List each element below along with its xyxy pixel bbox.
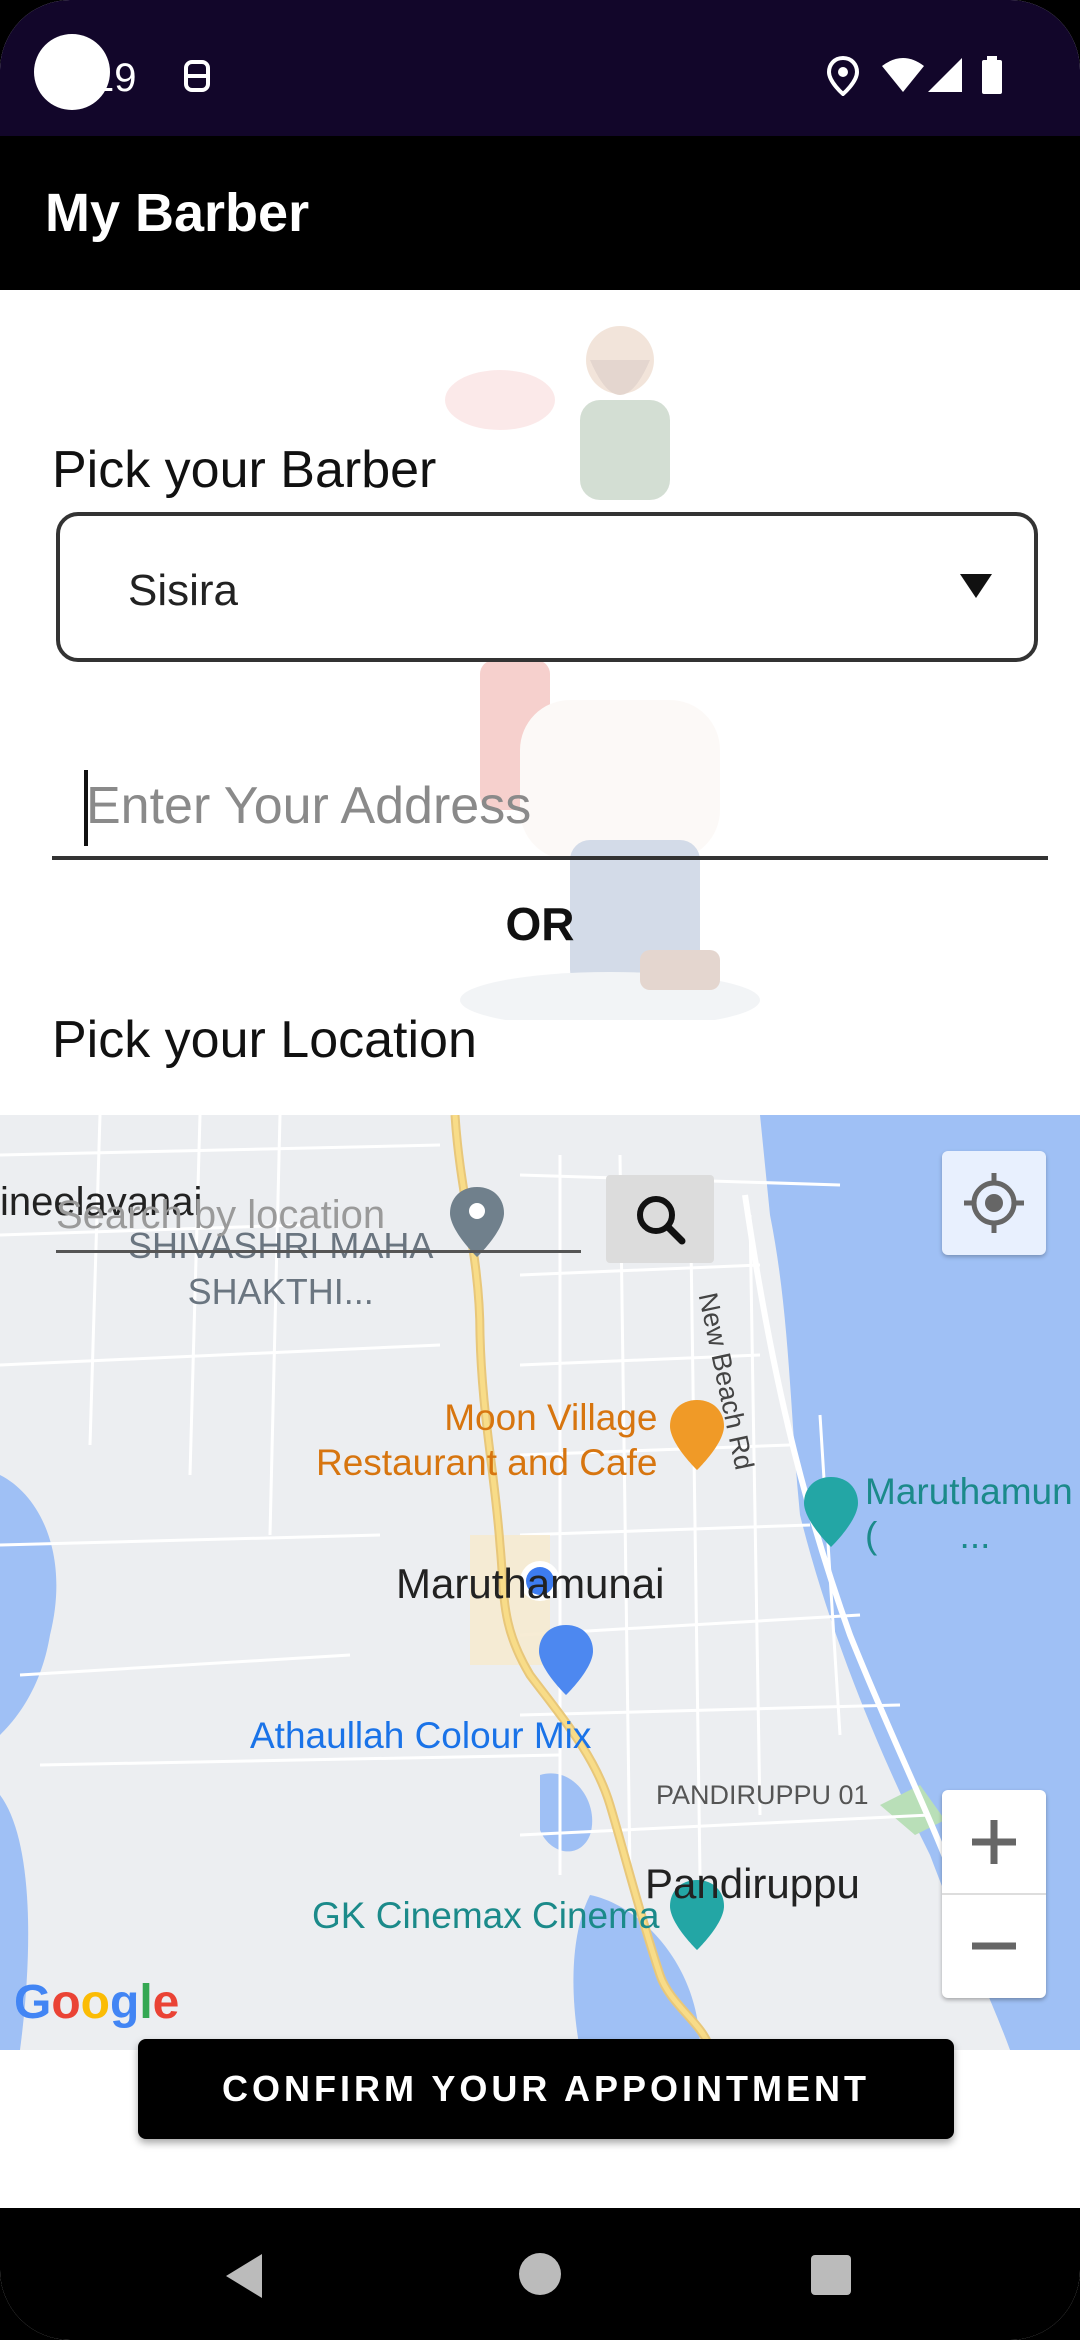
recents-icon[interactable] [810, 2254, 852, 2296]
status-bar: 19 [0, 0, 1080, 136]
map-search-underline [56, 1250, 581, 1253]
map-label-town: Maruthamunai [396, 1560, 665, 1607]
map-search-input[interactable]: Search by location [56, 1193, 385, 1238]
google-logo: Google [14, 1976, 180, 2029]
my-location-button[interactable] [942, 1151, 1046, 1255]
navigation-bar [0, 2208, 1080, 2340]
or-divider-text: OR [505, 898, 575, 950]
phone-screen: 19 My Barber Pick your Barber Sisira Ent… [0, 0, 1080, 2340]
map-label-area: PANDIRUPPU 01 [656, 1780, 869, 1810]
map-search-button[interactable] [606, 1175, 714, 1263]
address-placeholder: Enter Your Address [86, 777, 532, 835]
dropdown-arrow-icon [960, 574, 992, 598]
location-status-icon [826, 55, 860, 101]
app-bar: My Barber [0, 136, 1080, 290]
confirm-appointment-button[interactable]: CONFIRM YOUR APPOINTMENT [138, 2039, 954, 2139]
map-label-beach[interactable]: Maruthamun ( ... [865, 1470, 1073, 1558]
zoom-controls [942, 1790, 1046, 1998]
address-input[interactable]: Enter Your Address [52, 760, 1048, 860]
app-title: My Barber [45, 183, 310, 243]
back-icon[interactable] [222, 2252, 266, 2300]
map-view[interactable]: ineelavanai SHIVASHRI MAHA SHAKTHI... Mo… [0, 1115, 1080, 2050]
map-label-town2: Pandiruppu [645, 1860, 860, 1907]
barber-select[interactable]: Sisira [56, 512, 1038, 662]
zoom-in-button[interactable] [942, 1790, 1046, 1894]
barber-select-value: Sisira [128, 566, 239, 615]
notification-icon [182, 56, 212, 101]
wifi-icon [880, 56, 926, 101]
pick-location-label: Pick your Location [52, 1011, 477, 1069]
battery-icon [980, 56, 1004, 101]
status-time: 19 [92, 56, 137, 100]
signal-icon [926, 56, 964, 101]
pick-barber-label: Pick your Barber [52, 441, 437, 499]
map-label-cinema[interactable]: GK Cinemax Cinema [312, 1895, 660, 1937]
map-label-restaurant[interactable]: Moon Village Restaurant and Cafe [316, 1395, 657, 1485]
map-label-shop[interactable]: Athaullah Colour Mix [250, 1715, 591, 1757]
home-icon[interactable] [518, 2252, 562, 2296]
crosshair-icon [964, 1173, 1024, 1233]
search-icon [637, 1196, 686, 1245]
zoom-out-button[interactable] [942, 1894, 1046, 1998]
